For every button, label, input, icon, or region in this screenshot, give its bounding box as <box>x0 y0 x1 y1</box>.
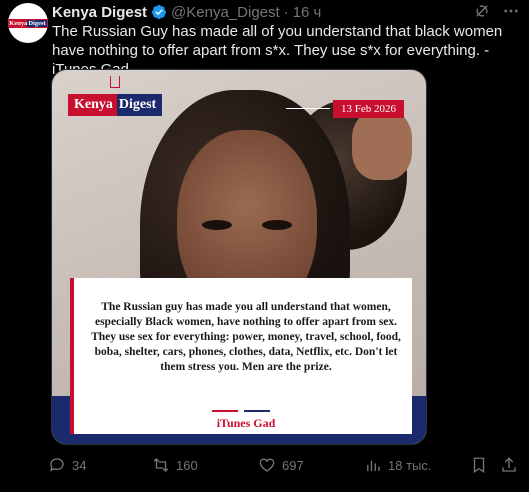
like-button[interactable]: 697 <box>258 456 304 474</box>
photo-eye-right <box>262 220 292 230</box>
reply-button[interactable]: 34 <box>48 456 86 474</box>
share-icon <box>502 457 516 472</box>
quote-text: The Russian guy has made you all underst… <box>91 301 401 373</box>
date-rule <box>286 108 330 109</box>
date-badge: 13 Feb 2026 <box>333 100 404 118</box>
tweet-time[interactable]: 16 ч <box>293 4 322 21</box>
like-count: 697 <box>282 457 304 473</box>
tweet-image[interactable]: Kenya Digest 13 Feb 2026 The Russian guy… <box>51 69 427 445</box>
account-name[interactable]: Kenya Digest <box>52 4 147 21</box>
avatar-logo-word-2: Digest <box>27 19 47 27</box>
heart-icon <box>259 458 275 472</box>
reply-count: 34 <box>72 457 87 473</box>
divider-red <box>212 410 238 412</box>
quote-author: iTunes Gad <box>216 416 276 430</box>
verified-badge-icon <box>152 5 167 19</box>
views-count: 18 тыс. <box>388 457 432 473</box>
reply-icon <box>49 458 64 472</box>
separator-dot: · <box>283 3 289 21</box>
bookmark-icon <box>473 457 485 474</box>
divider-blue <box>244 410 270 412</box>
brand-word-1: Kenya <box>68 94 117 116</box>
share-button[interactable] <box>500 456 518 474</box>
action-bar: 34 160 697 18 тыс. <box>48 456 518 476</box>
views-button[interactable]: 18 тыс. <box>364 456 431 474</box>
photo-eye-left <box>202 220 232 230</box>
avatar-logo-word-1: Kenya <box>9 19 28 27</box>
brand-logo: Kenya Digest <box>68 94 163 116</box>
grok-icon[interactable] <box>473 2 491 20</box>
bookmark-button[interactable] <box>470 456 488 474</box>
repost-icon <box>153 458 169 472</box>
repost-count: 160 <box>176 457 198 473</box>
brand-mark-icon <box>110 76 120 88</box>
quote-card: The Russian guy has made you all underst… <box>70 278 412 434</box>
avatar-logo: KenyaDigest <box>8 18 48 28</box>
photo-hand <box>352 110 412 180</box>
tweet-header: Kenya Digest @Kenya_Digest · 16 ч <box>52 3 321 21</box>
brand-word-2: Digest <box>116 94 163 116</box>
repost-button[interactable]: 160 <box>152 456 198 474</box>
account-handle[interactable]: @Kenya_Digest <box>171 4 280 21</box>
more-icon[interactable] <box>502 2 520 20</box>
avatar[interactable]: KenyaDigest <box>8 3 48 43</box>
views-icon <box>367 460 380 471</box>
